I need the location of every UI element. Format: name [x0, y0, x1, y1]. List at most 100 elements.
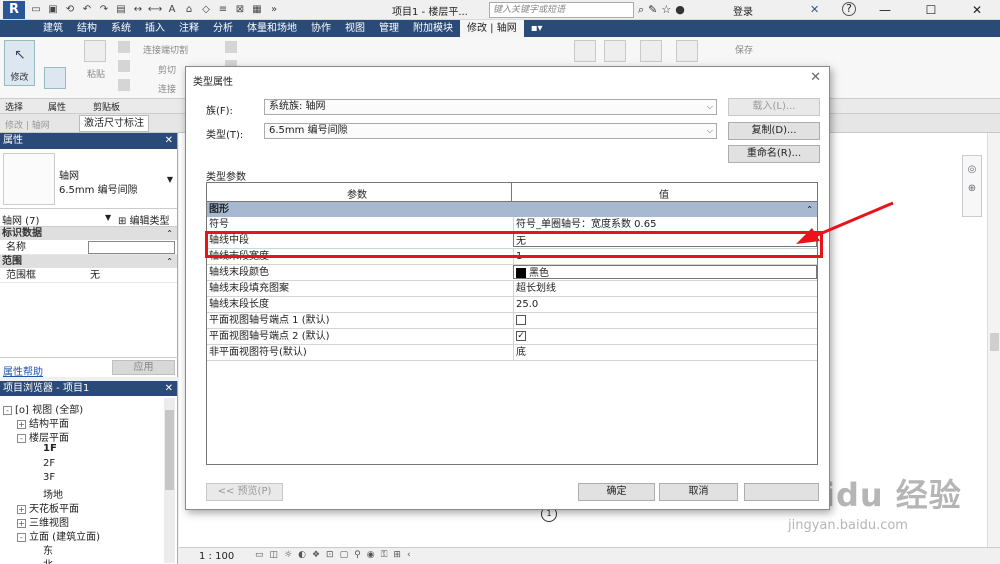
tab-modify-grid[interactable]: 修改 | 轴网	[460, 20, 524, 37]
sun-path-icon[interactable]: ☼	[284, 550, 292, 560]
paste-icon[interactable]	[84, 40, 106, 62]
save-selection-button[interactable]: 保存	[735, 43, 753, 56]
tree-floor-plans[interactable]: - 楼层平面	[17, 429, 69, 444]
save-icon[interactable]: ▣	[45, 2, 61, 18]
dialog-close-icon[interactable]: ✕	[810, 70, 821, 85]
tab-insert[interactable]: 插入	[138, 20, 172, 37]
plan-end-2-checkbox[interactable]: ✓	[516, 331, 526, 341]
tab-collaborate[interactable]: 协作	[304, 20, 338, 37]
instance-selector[interactable]: 轴网 (7)	[2, 212, 39, 227]
tab-massing[interactable]: 体量和场地	[240, 20, 304, 37]
table-row[interactable]: 轴线末段长度 25.0	[207, 297, 817, 313]
rename-button[interactable]: 重命名(R)...	[728, 145, 820, 163]
close-button[interactable]: ✕	[954, 0, 1000, 20]
apply-dialog-button[interactable]	[744, 483, 819, 501]
crop-icon[interactable]: ⊡	[326, 550, 334, 560]
more-icon[interactable]: »	[266, 2, 282, 18]
steering-wheel-icon[interactable]: ◎	[963, 164, 981, 175]
table-row[interactable]: 平面视图轴号端点 1 (默认)	[207, 313, 817, 329]
section-icon[interactable]: ◇	[198, 2, 214, 18]
tab-architecture[interactable]: 建筑	[36, 20, 70, 37]
properties-help-link[interactable]: 属性帮助	[3, 363, 43, 378]
maximize-button[interactable]: ☐	[908, 0, 954, 20]
chevron-down-icon[interactable]: ⌵	[707, 100, 713, 114]
chevron-down-icon[interactable]: ▼	[105, 213, 111, 222]
open-icon[interactable]: ▭	[28, 2, 44, 18]
tab-structure[interactable]: 结构	[70, 20, 104, 37]
file-tab[interactable]	[0, 20, 36, 37]
exchange-icon[interactable]: ✕	[810, 3, 819, 16]
undo-icon[interactable]: ↶	[79, 2, 95, 18]
view-scale[interactable]: 1 : 100	[199, 551, 234, 562]
collapse-icon[interactable]: ⌃	[806, 202, 813, 217]
cut-icon[interactable]	[118, 41, 130, 53]
close-icon[interactable]: ✕	[165, 133, 173, 149]
tree-1f[interactable]: 1F	[43, 443, 57, 454]
switch-windows-icon[interactable]: ▦	[249, 2, 265, 18]
tab-systems[interactable]: 系统	[104, 20, 138, 37]
table-row[interactable]: 轴线末段填充图案 超长划线	[207, 281, 817, 297]
table-row[interactable]: 平面视图轴号端点 2 (默认) ✓	[207, 329, 817, 345]
tab-analyze[interactable]: 分析	[206, 20, 240, 37]
help-icon[interactable]: ?	[842, 2, 856, 16]
table-row[interactable]: 轴线末段颜色 黑色	[207, 265, 817, 281]
edit-type-button[interactable]: ⊞ 编辑类型	[118, 212, 170, 227]
crop-region-icon[interactable]: ▢	[340, 550, 349, 560]
preview-button[interactable]: << 预览(P)	[206, 483, 283, 501]
shadows-icon[interactable]: ◐	[298, 550, 306, 560]
redo-icon[interactable]: ↷	[96, 2, 112, 18]
join-cut-button[interactable]: 连接端切割	[143, 43, 188, 56]
type-combobox[interactable]: 6.5mm 编号间隙 ⌵	[264, 123, 717, 139]
load-button[interactable]: 载入(L)...	[728, 98, 820, 116]
collapse-icon[interactable]: ⌃	[166, 227, 173, 240]
mirror-icon[interactable]	[640, 40, 662, 62]
app-logo-icon[interactable]: R	[3, 1, 25, 19]
collapse-icon[interactable]: ⌃	[166, 255, 173, 268]
align-icon[interactable]	[574, 40, 596, 62]
sync-icon[interactable]: ⟲	[62, 2, 78, 18]
tab-annotate[interactable]: 注释	[172, 20, 206, 37]
ok-button[interactable]: 确定	[578, 483, 655, 501]
duplicate-button[interactable]: 复制(D)...	[728, 122, 820, 140]
reveal-hidden-icon[interactable]: ◉	[367, 550, 375, 560]
tree-ceiling-plans[interactable]: + 天花板平面	[17, 500, 79, 515]
measure-icon[interactable]: ↔	[130, 2, 146, 18]
type-selector[interactable]: 轴网 6.5mm 编号间隙 ▼	[0, 149, 177, 209]
plan-end-1-checkbox[interactable]	[516, 315, 526, 325]
star-icon[interactable]: ☆	[661, 2, 671, 18]
detail-level-icon[interactable]: ▭	[255, 550, 264, 560]
tree-3f[interactable]: 3F	[43, 472, 55, 483]
tab-addins[interactable]: 附加模块	[406, 20, 460, 37]
select-group-label[interactable]: 选择	[5, 100, 23, 113]
offset-icon[interactable]	[604, 40, 626, 62]
table-row[interactable]: 非平面视图符号(默认) 底	[207, 345, 817, 361]
copy-icon[interactable]	[118, 60, 130, 72]
lock-icon[interactable]: ⚿	[381, 550, 388, 560]
active-dimension-tab[interactable]: 激活尺寸标注	[79, 115, 149, 132]
3d-view-icon[interactable]: ⌂	[181, 2, 197, 18]
text-icon[interactable]: A	[164, 2, 180, 18]
tree-views-all[interactable]: - [o] 视图 (全部)	[3, 401, 83, 416]
name-input[interactable]	[88, 241, 175, 254]
chevron-down-icon[interactable]: ⌵	[707, 124, 713, 138]
close-icon[interactable]: ✕	[165, 381, 173, 396]
visual-style-icon[interactable]: ◫	[270, 550, 279, 560]
temporary-hide-icon[interactable]: ⚲	[354, 550, 361, 560]
print-icon[interactable]: ▤	[113, 2, 129, 18]
tree-elevations[interactable]: - 立面 (建筑立面)	[17, 528, 100, 543]
tab-manage[interactable]: 管理	[372, 20, 406, 37]
login-link[interactable]: 登录	[733, 3, 753, 18]
zoom-icon[interactable]: ⊕	[963, 183, 981, 194]
close-hidden-icon[interactable]: ⊠	[232, 2, 248, 18]
tree-east[interactable]: 东	[43, 542, 53, 557]
canvas-scrollbar[interactable]	[987, 133, 1000, 547]
scope-box-value[interactable]: 无	[88, 268, 175, 283]
scroll-thumb[interactable]	[990, 333, 999, 351]
render-icon[interactable]: ❖	[312, 550, 320, 560]
cut-label[interactable]: 剪切	[158, 63, 176, 76]
tree-north[interactable]: 北	[43, 556, 53, 564]
thin-lines-icon[interactable]: ≡	[215, 2, 231, 18]
ribbon-options-icon[interactable]: ▪▾	[524, 20, 550, 37]
tree-3d-views[interactable]: + 三维视图	[17, 514, 69, 529]
tree-site[interactable]: 场地	[43, 486, 63, 501]
